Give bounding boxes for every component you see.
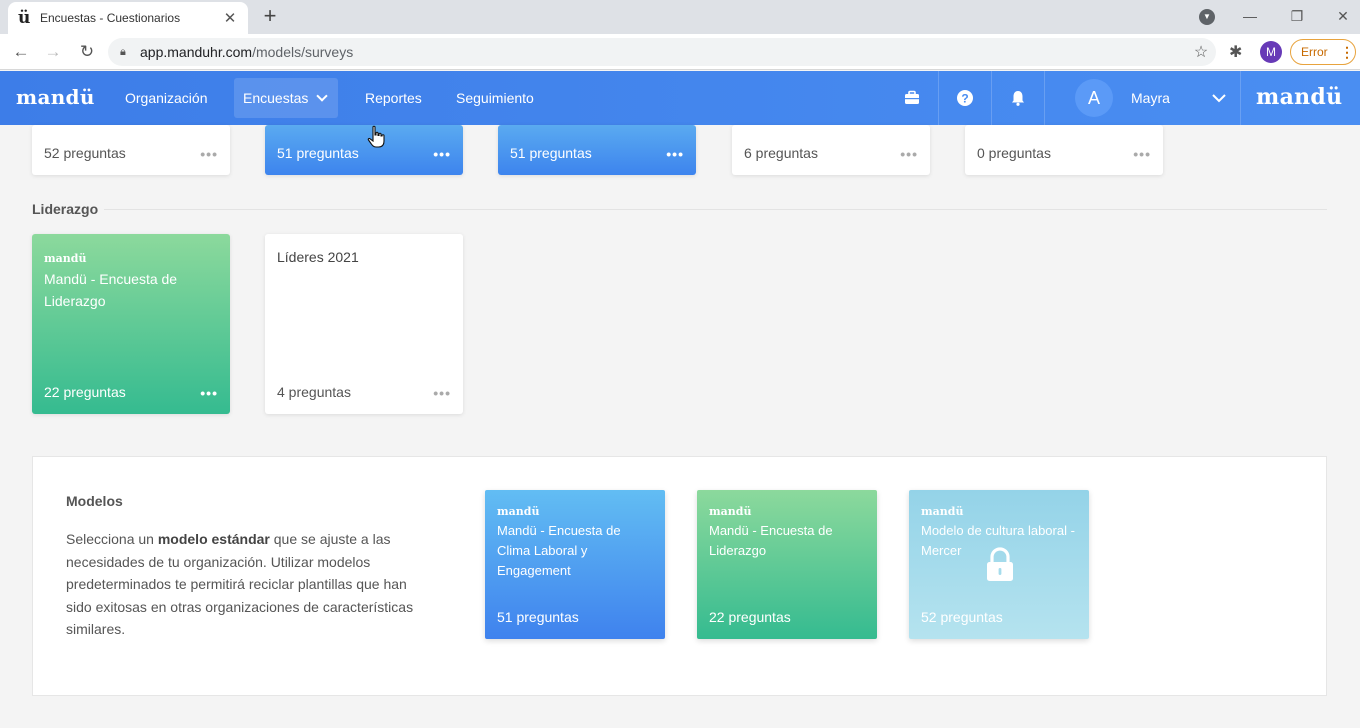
header-divider [1044, 71, 1045, 125]
close-window-icon[interactable]: ✕ [1331, 5, 1355, 27]
more-options-icon[interactable]: ••• [433, 385, 451, 401]
favicon-icon: ü [18, 8, 31, 28]
model-card[interactable]: mandü Mandü - Encuesta de Liderazgo 22 p… [697, 490, 877, 639]
card-title: Líderes 2021 [277, 249, 359, 265]
logo[interactable]: mandü [16, 85, 95, 109]
browser-tab[interactable]: ü Encuestas - Cuestionarios ✕ [8, 2, 248, 34]
models-description: Selecciona un modelo estándar que se aju… [66, 531, 414, 637]
profile-avatar[interactable]: M [1260, 41, 1282, 63]
briefcase-icon[interactable] [902, 88, 922, 108]
question-count: 51 preguntas [497, 609, 579, 625]
error-label: Error [1301, 45, 1328, 59]
more-options-icon[interactable]: ••• [200, 146, 218, 162]
card-brand-logo: mandü [44, 252, 87, 265]
nav-seguimiento[interactable]: Seguimiento [447, 78, 543, 118]
question-count: 52 preguntas [44, 145, 126, 161]
hand-cursor-icon [367, 125, 385, 148]
section-title-liderazgo: Liderazgo [32, 201, 99, 217]
question-count: 22 preguntas [44, 384, 126, 400]
bell-icon[interactable] [1008, 88, 1028, 108]
nav-organizacion[interactable]: Organización [116, 78, 217, 118]
card-title: Mandü - Encuesta de Liderazgo [709, 523, 833, 558]
card-brand-logo: mandü [921, 505, 964, 518]
models-title: Modelos [66, 493, 123, 509]
extensions-icon[interactable]: ✱ [1229, 42, 1242, 62]
more-options-icon[interactable]: ••• [1133, 146, 1151, 162]
more-options-icon[interactable]: ••• [200, 385, 218, 401]
lock-icon: 🔒︎ [120, 45, 126, 58]
survey-card[interactable]: 0 preguntas ••• [965, 125, 1163, 175]
header-divider [1240, 71, 1241, 125]
user-name[interactable]: Mayra [1131, 90, 1170, 106]
question-count: 22 preguntas [709, 609, 791, 625]
question-count: 51 preguntas [277, 145, 359, 161]
nav-reportes[interactable]: Reportes [356, 78, 431, 118]
bookmark-star-icon[interactable]: ☆ [1186, 42, 1216, 62]
survey-card[interactable]: 51 preguntas ••• [265, 125, 463, 175]
app-header: mandü Organización Encuestas Reportes Se… [0, 71, 1360, 125]
survey-card[interactable]: 6 preguntas ••• [732, 125, 930, 175]
minimize-icon[interactable]: — [1238, 5, 1262, 27]
chevron-down-icon[interactable] [1209, 88, 1229, 108]
card-brand-logo: mandü [497, 505, 540, 518]
models-panel: Modelos Selecciona un modelo estándar qu… [32, 456, 1327, 696]
more-options-icon[interactable]: ••• [666, 146, 684, 162]
question-count: 52 preguntas [921, 609, 1003, 625]
question-count: 51 preguntas [510, 145, 592, 161]
more-options-icon[interactable]: ••• [900, 146, 918, 162]
reload-icon[interactable]: ↻ [76, 41, 98, 63]
survey-card[interactable]: 51 preguntas ••• [498, 125, 696, 175]
tab-title: Encuestas - Cuestionarios [40, 11, 181, 25]
url-text: app.manduhr.com/models/surveys [140, 44, 354, 60]
tab-search-icon[interactable]: ▼ [1199, 9, 1215, 25]
model-card-locked[interactable]: mandü Modelo de cultura laboral - Mercer… [909, 490, 1089, 639]
header-divider [991, 71, 992, 125]
card-title: Mandü - Encuesta de Clima Laboral y Enga… [497, 523, 621, 578]
restore-icon[interactable]: ❐ [1285, 5, 1309, 27]
model-card[interactable]: mandü Mandü - Encuesta de Clima Laboral … [485, 490, 665, 639]
forward-icon[interactable]: → [42, 41, 64, 63]
card-brand-logo: mandü [709, 505, 752, 518]
browser-toolbar: ← → ↻ 🔒︎ app.manduhr.com/models/surveys … [0, 34, 1360, 70]
kebab-menu-icon: ⋮ [1340, 43, 1354, 60]
logo-right: mandü [1256, 84, 1343, 110]
section-divider [104, 209, 1327, 210]
header-divider [938, 71, 939, 125]
error-button[interactable]: Error ⋮ [1290, 39, 1356, 65]
lock-icon [987, 547, 1013, 581]
card-title: Mandü - Encuesta de Liderazgo [44, 271, 178, 309]
survey-card[interactable]: Líderes 2021 4 preguntas ••• [265, 234, 463, 414]
browser-tab-strip: ü Encuestas - Cuestionarios ✕ + ▼ — ❐ ✕ [0, 0, 1360, 34]
svg-text:?: ? [961, 92, 968, 106]
more-options-icon[interactable]: ••• [433, 146, 451, 162]
survey-card[interactable]: mandü Mandü - Encuesta de Liderazgo 22 p… [32, 234, 230, 414]
nav-encuestas[interactable]: Encuestas [234, 78, 338, 118]
new-tab-icon[interactable]: + [258, 4, 282, 28]
chevron-down-icon [316, 90, 329, 102]
question-count: 0 preguntas [977, 145, 1051, 161]
question-count: 6 preguntas [744, 145, 818, 161]
address-bar[interactable]: 🔒︎ app.manduhr.com/models/surveys ☆ [108, 38, 1216, 66]
survey-card[interactable]: 52 preguntas ••• [32, 125, 230, 175]
question-count: 4 preguntas [277, 384, 351, 400]
help-icon[interactable]: ? [955, 88, 975, 108]
user-avatar[interactable]: A [1075, 79, 1113, 117]
close-tab-icon[interactable]: ✕ [222, 9, 238, 27]
back-icon[interactable]: ← [10, 41, 32, 63]
nav-encuestas-label: Encuestas [243, 90, 309, 106]
